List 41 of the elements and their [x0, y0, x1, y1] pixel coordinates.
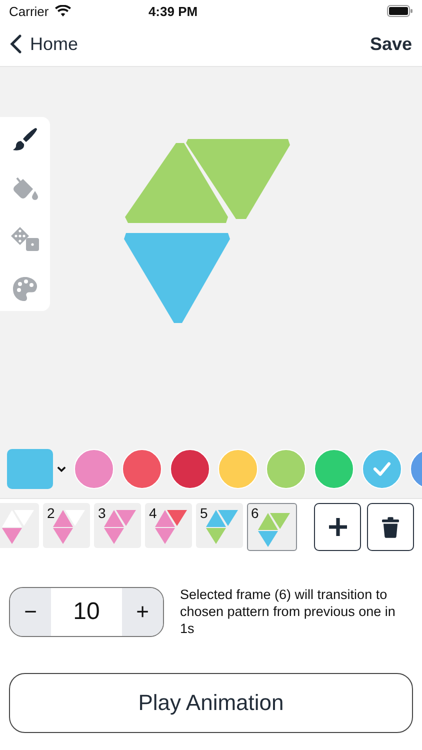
transition-description: Selected frame (6) will transition to chosen pattern from previous one in 1s	[180, 586, 396, 637]
save-button[interactable]: Save	[370, 34, 412, 54]
trash-icon	[382, 516, 399, 538]
frame-thumbnail[interactable]: 5	[196, 503, 243, 548]
caret-icon[interactable]	[57, 466, 66, 472]
color-swatch[interactable]	[314, 449, 354, 489]
color-swatch[interactable]	[170, 449, 210, 489]
decrement-button[interactable]: −	[10, 588, 51, 636]
back-button[interactable]: Home	[10, 34, 78, 54]
frame-thumbnail[interactable]: 2	[43, 503, 90, 548]
frame-thumbnail[interactable]: 4	[145, 503, 192, 548]
color-swatch[interactable]	[266, 449, 306, 489]
delete-frame-button[interactable]	[367, 503, 414, 551]
frame-thumbnail[interactable]: 6	[247, 503, 297, 551]
frame-thumbnail[interactable]	[0, 503, 39, 548]
checkmark-icon	[373, 462, 391, 476]
frame-thumbnail[interactable]: 3	[94, 503, 141, 548]
palette-icon	[12, 276, 38, 302]
triangle-tile[interactable]	[186, 139, 290, 219]
battery-icon	[386, 5, 413, 17]
status-time: 4:39 PM	[148, 4, 199, 18]
color-swatch[interactable]	[218, 449, 258, 489]
duration-value: 10	[72, 596, 101, 626]
play-animation-button[interactable]: Play Animation	[9, 673, 413, 733]
pattern-thumbnail-drawing	[0, 509, 34, 545]
pattern-thumbnail-drawing	[257, 512, 291, 548]
add-frame-button[interactable]	[314, 503, 361, 551]
color-swatch[interactable]	[74, 449, 114, 489]
paint-bucket-icon	[11, 176, 39, 202]
increment-button[interactable]: +	[122, 588, 163, 636]
color-swatch[interactable]	[122, 449, 162, 489]
chevron-left-icon	[10, 34, 22, 54]
dice-icon	[10, 226, 40, 252]
current-color-swatch[interactable]	[7, 449, 53, 489]
color-swatch[interactable]	[362, 449, 402, 489]
plus-icon	[328, 517, 348, 537]
triangle-tile[interactable]	[124, 233, 230, 323]
carrier-label: Carrier	[9, 4, 49, 18]
brush-icon	[12, 126, 38, 152]
triangle-tile[interactable]	[125, 143, 228, 223]
wifi-icon	[54, 5, 71, 17]
